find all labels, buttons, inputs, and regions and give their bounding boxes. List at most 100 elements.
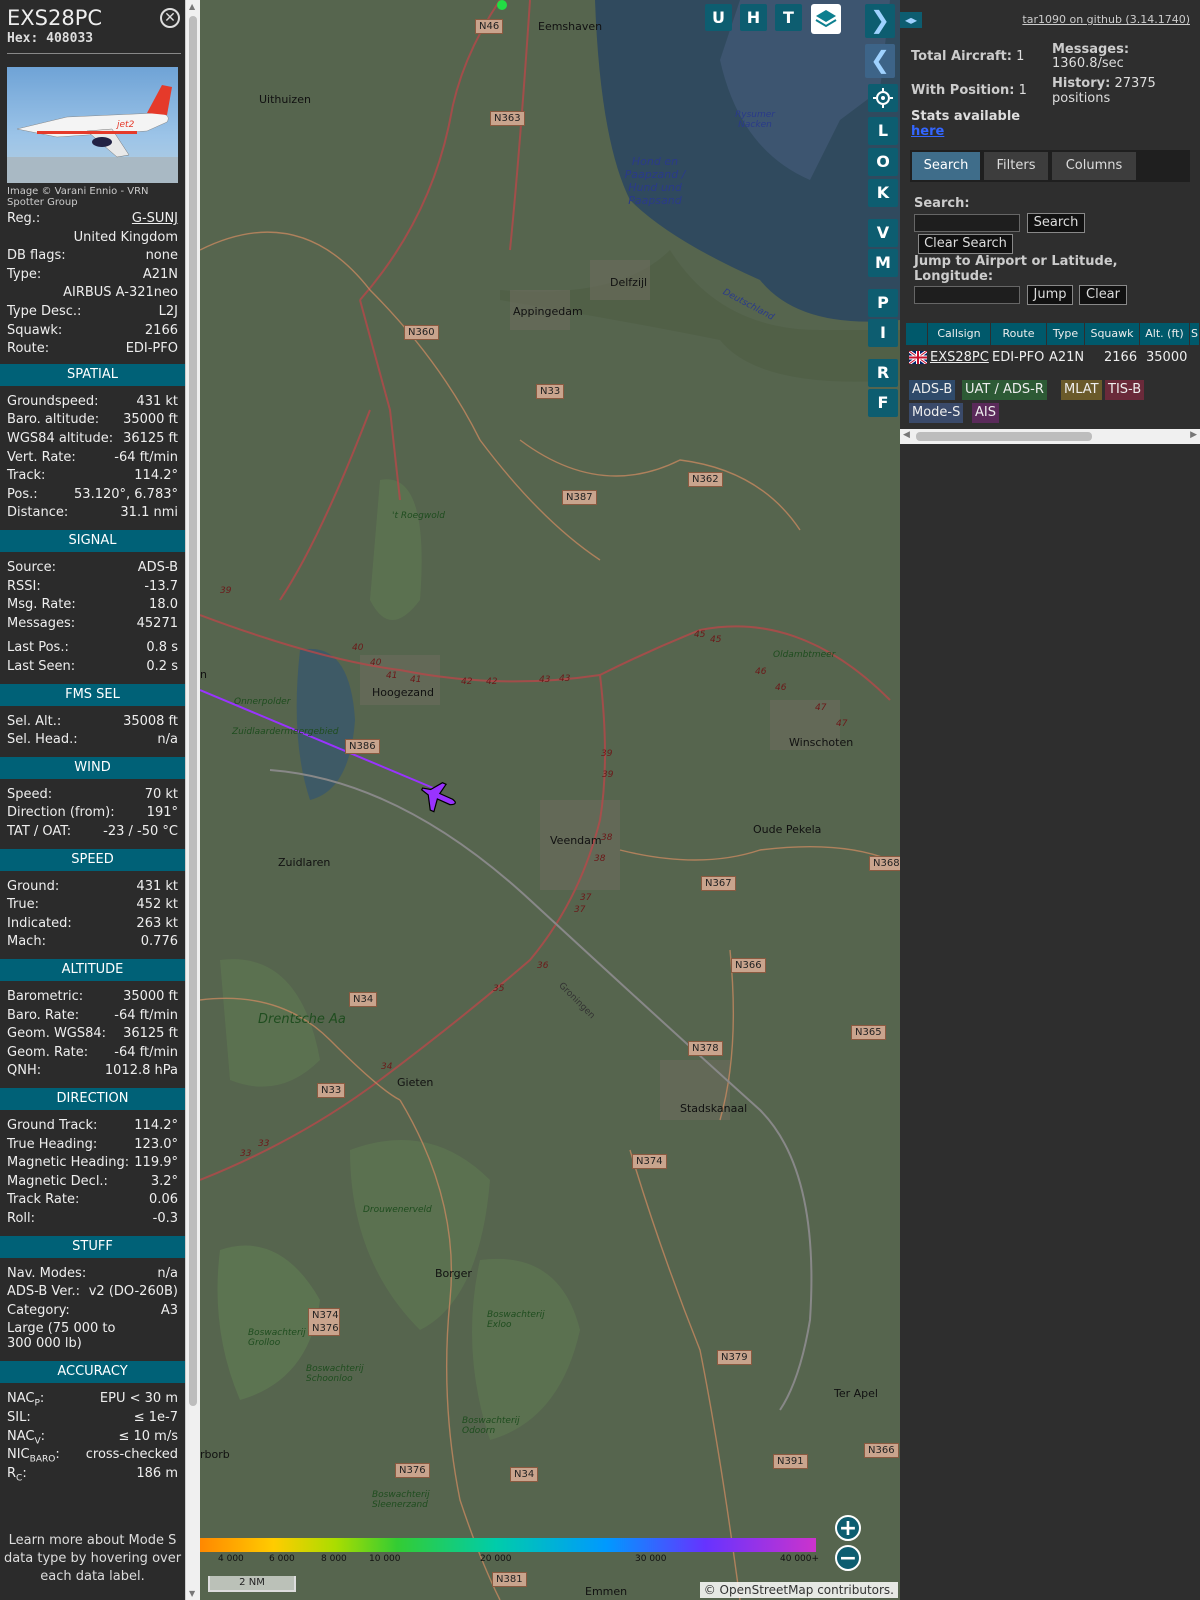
row-altitude: 35000 [1146, 350, 1188, 365]
table-scroll-thumb[interactable] [916, 432, 1092, 441]
toggle-v-button[interactable]: V [868, 219, 898, 247]
registration-link[interactable]: G-SUNJ [132, 209, 178, 228]
layers-button[interactable] [811, 4, 841, 34]
receiver-marker[interactable] [497, 0, 507, 10]
search-input[interactable] [914, 214, 1020, 232]
detail-label: Groundspeed: [7, 392, 98, 411]
detail-value: 35000 ft [123, 989, 178, 1004]
search-button[interactable]: Search [1027, 213, 1085, 233]
toggle-p-button[interactable]: P [868, 289, 898, 317]
detail-row: Sel. Head.: n/a [7, 730, 178, 749]
scroll-right-icon[interactable]: ▶ [1190, 430, 1197, 440]
toggle-f-button[interactable]: F [868, 389, 898, 417]
detail-row: Route: EDI-PFO [7, 339, 178, 358]
detail-label-text: Geom. Rate: [7, 1044, 89, 1060]
zoom-out-button[interactable]: − [835, 1545, 861, 1571]
github-link[interactable]: tar1090 on github (3.14.1740) [1022, 13, 1190, 26]
scroll-left-icon[interactable]: ◀ [903, 430, 910, 440]
arrows-horizontal-icon: ◂▸ [904, 13, 918, 27]
toggle-l-button[interactable]: L [868, 117, 898, 145]
detail-row: Direction (from): 191° [7, 803, 178, 822]
toggle-m-button[interactable]: M [868, 249, 898, 277]
detail-row: SIL: ≤ 1e-7 [7, 1408, 178, 1427]
detail-row: Baro. altitude: 35000 ft [7, 410, 178, 429]
jump-input[interactable] [914, 286, 1020, 304]
detail-value: 31.1 nmi [120, 505, 178, 521]
detail-label: Mach: [7, 932, 46, 951]
hex-code: Hex: 408033 [7, 31, 93, 46]
map-view[interactable]: Uithuizen Eemshaven Delfzijl Appingedam … [200, 0, 900, 1600]
detail-row: Track: 114.2° [7, 466, 178, 485]
column-header-speed[interactable]: S [1190, 323, 1200, 345]
detail-label-text: Route: [7, 341, 50, 357]
layers-icon [815, 10, 837, 28]
section-header-accuracy: ACCURACY [0, 1361, 185, 1384]
column-header-route[interactable]: Route [991, 323, 1047, 345]
detail-row: Reg.: G-SUNJ [7, 209, 178, 228]
toggle-r-button[interactable]: R [868, 359, 898, 387]
detail-value: 119.9° [134, 1155, 178, 1171]
info-scrollbar[interactable]: ▲ ▼ [185, 0, 200, 1600]
tab-search[interactable]: Search [912, 152, 980, 180]
total-aircraft: Total Aircraft: 1 [911, 49, 1024, 64]
detail-label: Messages: [7, 614, 75, 633]
toggle-u-button[interactable]: U [705, 4, 732, 31]
chevron-right-icon: ❯ [869, 6, 891, 34]
scroll-down-icon[interactable]: ▼ [189, 1589, 195, 1598]
place-label: Emmen [585, 1585, 628, 1598]
collapse-panel-button[interactable]: ❮ [865, 44, 895, 78]
detail-row: Groundspeed: 431 kt [7, 392, 178, 411]
column-header-type[interactable]: Type [1047, 323, 1085, 345]
tab-columns[interactable]: Columns [1052, 152, 1136, 180]
road-shield: N365 [851, 1025, 886, 1040]
detail-label-text: Roll: [7, 1211, 36, 1226]
detail-label-text: True: [7, 897, 39, 913]
detail-value: 70 kt [144, 786, 178, 802]
detail-value: 0.06 [149, 1192, 178, 1208]
resize-panel-button[interactable]: ◂▸ [900, 12, 922, 28]
column-header-callsign[interactable]: Callsign [928, 323, 991, 345]
toggle-t-button[interactable]: T [775, 4, 802, 31]
place-label: Hoogezand [372, 686, 434, 699]
scroll-up-icon[interactable]: ▲ [189, 2, 195, 11]
detail-label-text: Track Rate: [7, 1192, 80, 1208]
clear-search-button[interactable]: Clear Search [918, 234, 1013, 254]
table-scrollbar[interactable]: ◀ ▶ [900, 429, 1200, 444]
aircraft-photo[interactable]: jet2 [7, 67, 178, 183]
detail-label: Route: [7, 339, 49, 358]
detail-row: Mach: 0.776 [7, 932, 178, 951]
zoom-in-button[interactable]: + [835, 1515, 861, 1541]
clear-button[interactable]: Clear [1079, 285, 1127, 305]
row-callsign[interactable]: EXS28PC [930, 348, 989, 367]
close-info-button[interactable]: ✕ [160, 8, 180, 28]
scroll-thumb[interactable] [189, 16, 197, 1406]
uk-flag-icon [909, 351, 927, 364]
detail-label-text: Sel. Alt.: [7, 713, 62, 729]
aircraft-marker-icon[interactable] [418, 780, 462, 820]
jump-button[interactable]: Jump [1027, 285, 1073, 305]
detail-value: none [145, 248, 178, 264]
detail-label-colon: : [22, 1465, 27, 1481]
toggle-o-button[interactable]: O [868, 148, 898, 176]
toggle-h-button[interactable]: H [740, 4, 767, 31]
expand-panel-button[interactable]: ❯ [865, 4, 895, 38]
detail-value: AIRBUS A-321neo [63, 285, 178, 301]
toggle-k-button[interactable]: K [868, 179, 898, 207]
column-header-flag[interactable] [906, 323, 928, 345]
map-attribution[interactable]: © OpenStreetMap contributors. [699, 1582, 898, 1598]
settings-button[interactable] [868, 84, 898, 112]
detail-value: 114.2° [134, 1118, 178, 1133]
detail-row: Roll: -0.3 [7, 1209, 178, 1228]
column-header-altitude[interactable]: Alt. (ft) [1140, 323, 1190, 345]
toggle-i-button[interactable]: I [868, 319, 898, 347]
source-badge: AIS [972, 403, 999, 423]
detail-label-text: Barometric: [7, 989, 84, 1004]
road-shield: N387 [562, 490, 597, 505]
tab-filters[interactable]: Filters [984, 152, 1048, 180]
with-position: With Position: 1 [911, 83, 1027, 98]
stats-link[interactable]: here [911, 124, 944, 139]
detail-label-text: WGS84 altitude: [7, 431, 114, 446]
column-header-squawk[interactable]: Squawk [1085, 323, 1140, 345]
altitude-tick: 8 000 [321, 1554, 347, 1564]
road-shield: N360 [404, 325, 439, 340]
